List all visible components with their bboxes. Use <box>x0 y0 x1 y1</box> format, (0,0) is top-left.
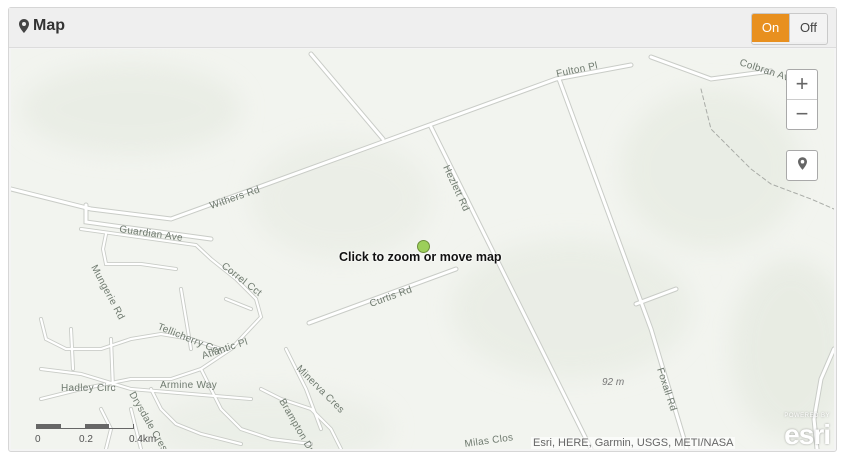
scale-bar-graphic <box>36 424 134 429</box>
toggle-on-button[interactable]: On <box>752 14 789 42</box>
zoom-in-button[interactable]: + <box>787 70 817 100</box>
zoom-out-button[interactable]: − <box>787 100 817 129</box>
map-attribution: Esri, HERE, Garmin, USGS, METI/NASA <box>531 437 736 449</box>
esri-wordmark: esri <box>784 419 831 449</box>
map-view[interactable]: Withers Rd Fulton Pl Colbran Av Hezlett … <box>11 49 834 449</box>
zoom-controls: + − <box>786 69 818 130</box>
map-panel: Map On Off Withers Rd Fulton Pl Colbran … <box>8 7 837 452</box>
click-to-zoom-hint[interactable]: Click to zoom or move map <box>339 250 502 264</box>
map-marker-icon <box>797 156 807 175</box>
esri-logo: POWERED BY esri <box>768 409 834 449</box>
scale-label-end: 0.4km <box>129 434 157 445</box>
map-toggle[interactable]: On Off <box>751 13 828 45</box>
panel-header: Map On Off <box>9 8 836 48</box>
elevation-label: 92 m <box>602 377 624 388</box>
scale-bar: 0 0.2 0.4km <box>33 421 156 449</box>
panel-title: Map <box>19 17 65 35</box>
scale-label-0: 0 <box>35 434 41 445</box>
scale-label-mid: 0.2 <box>79 434 93 445</box>
locate-button[interactable] <box>786 150 818 181</box>
toggle-off-button[interactable]: Off <box>789 14 827 42</box>
road-label-armine: Armine Way <box>160 380 217 391</box>
road-label-hadley: Hadley Circ <box>61 383 116 394</box>
panel-title-text: Map <box>33 17 65 34</box>
map-pin-icon <box>19 19 29 33</box>
